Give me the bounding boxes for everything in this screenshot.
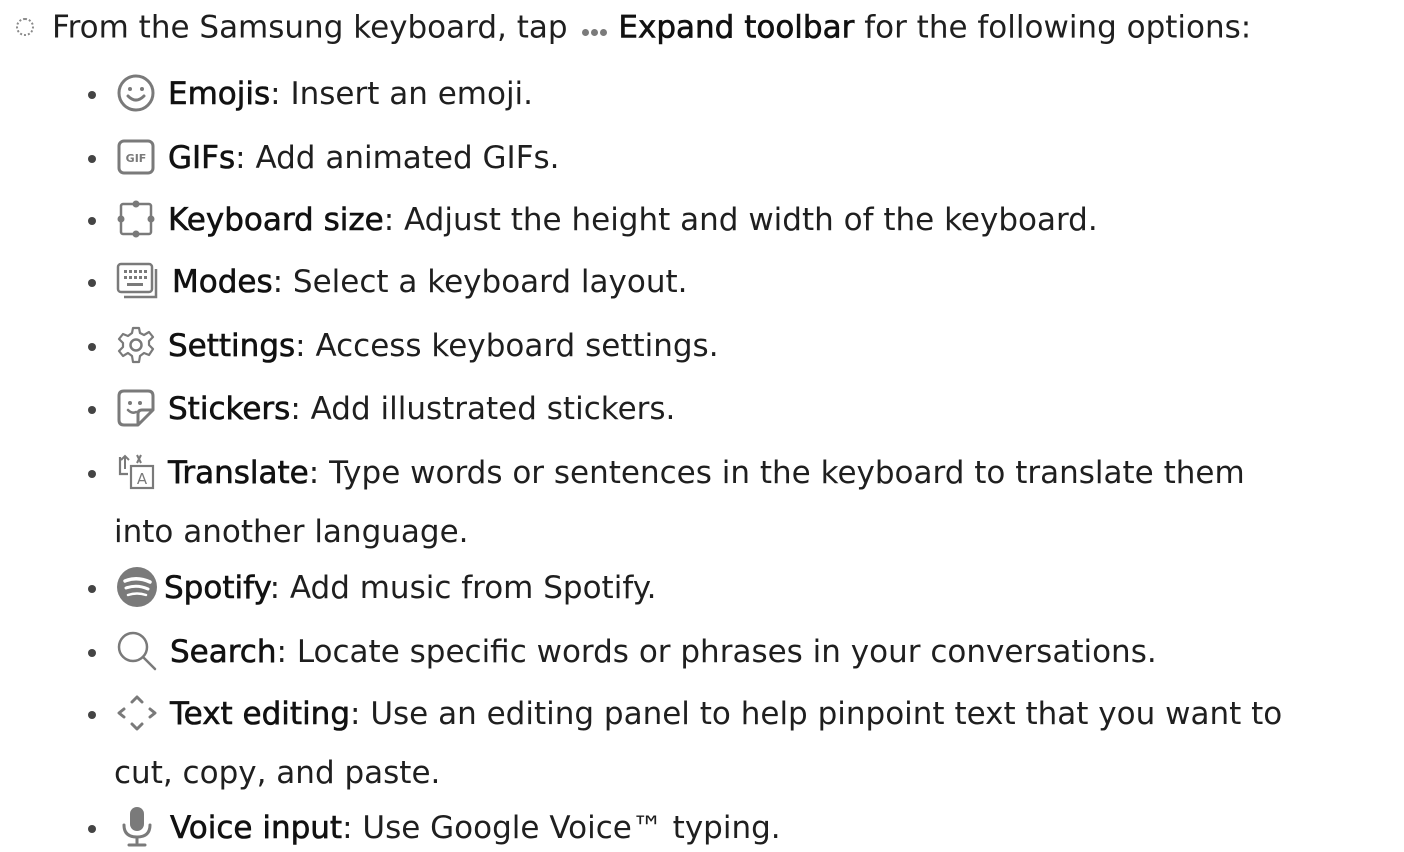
bullet	[88, 279, 96, 287]
spotify-icon	[116, 566, 158, 608]
item-label: Spotify	[164, 570, 270, 607]
item-description: : Use an editing panel to help pinpoint …	[350, 696, 1283, 732]
item-description-continued: cut, copy, and paste.	[114, 755, 441, 791]
microphone-icon	[116, 805, 158, 849]
item-label: Voice input	[170, 810, 343, 847]
gif-icon: GIF	[116, 137, 156, 177]
item-label: Keyboard size	[168, 202, 384, 239]
search-icon	[116, 630, 158, 672]
gear-icon	[116, 325, 156, 365]
svg-text:A: A	[137, 470, 148, 488]
item-label: Search	[170, 634, 277, 671]
keyboard-size-icon	[116, 199, 156, 239]
item-description: : Add illustrated stickers.	[290, 391, 676, 427]
item-label: Stickers	[168, 391, 291, 428]
bullet	[88, 91, 96, 99]
bullet	[88, 585, 96, 593]
bullet	[88, 649, 96, 657]
bullet	[88, 711, 96, 719]
text-editing-icon	[116, 692, 158, 734]
item-description: : Add music from Spotify.	[269, 570, 657, 606]
translate-icon: A	[116, 452, 156, 492]
item-label: Text editing	[170, 696, 351, 733]
item-description: : Use Google Voice™ typing.	[342, 810, 781, 846]
item-label: GIFs	[168, 140, 236, 177]
item-label: Translate	[168, 455, 309, 492]
item-description: : Insert an emoji.	[270, 76, 534, 112]
sticker-icon	[116, 388, 156, 428]
bullet	[88, 217, 96, 225]
bullet	[88, 825, 96, 833]
svg-text:GIF: GIF	[126, 152, 147, 165]
bullet	[88, 343, 96, 351]
item-description: : Type words or sentences in the keyboar…	[308, 455, 1245, 491]
bullet	[88, 470, 96, 478]
item-description: : Add animated GIFs.	[235, 140, 560, 176]
emoji-icon	[116, 73, 156, 113]
item-label: Modes	[172, 264, 273, 301]
item-label: Settings	[168, 328, 296, 365]
item-label: Emojis	[168, 76, 271, 113]
item-description: : Select a keyboard layout.	[272, 264, 688, 300]
item-description: : Locate specific words or phrases in yo…	[276, 634, 1157, 670]
document-page: From the Samsung keyboard, tap Expand to…	[0, 0, 1404, 852]
item-description: : Adjust the height and width of the key…	[383, 202, 1098, 238]
bullet	[88, 406, 96, 414]
item-description-continued: into another language.	[114, 514, 469, 550]
bullet	[88, 155, 96, 163]
options-list: Emojis: Insert an emoji. GIF GIFs: Add a…	[0, 0, 1404, 852]
item-description: : Access keyboard settings.	[295, 328, 719, 364]
keyboard-modes-icon	[116, 261, 160, 301]
